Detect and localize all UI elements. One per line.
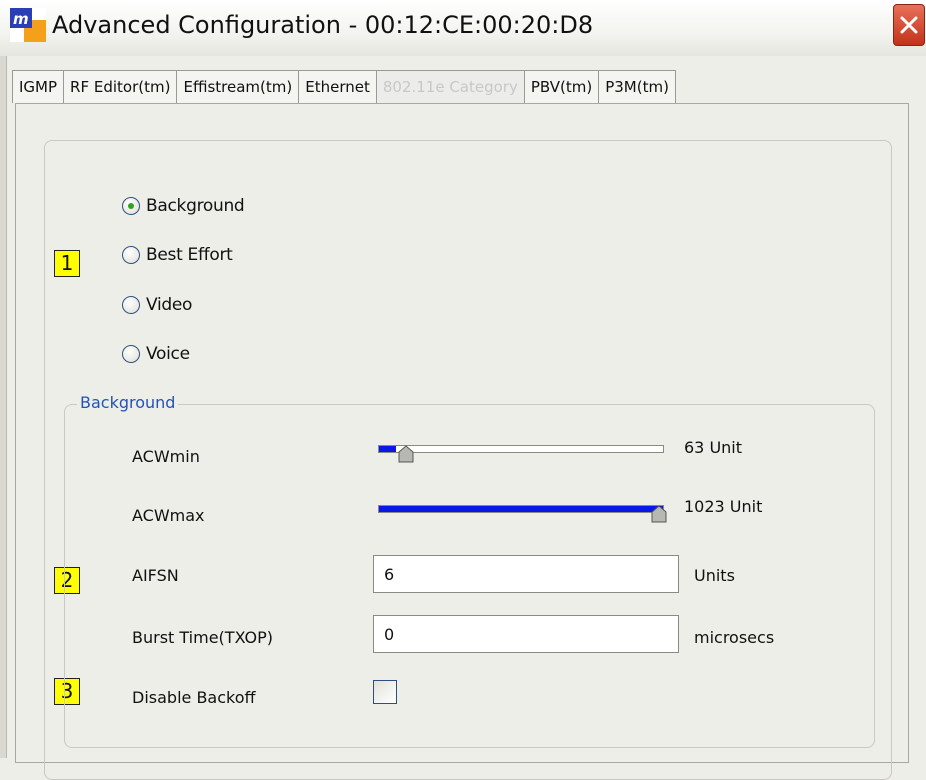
tab-802-11e-category[interactable]: 802.11e Category — [375, 70, 525, 103]
tab-pbv[interactable]: PBV(tm) — [523, 70, 600, 103]
aifsn-unit: Units — [694, 566, 735, 585]
acwmin-slider[interactable] — [378, 445, 664, 463]
svg-text:m: m — [13, 10, 29, 28]
acwmax-label: ACWmax — [132, 506, 205, 525]
window-frame — [0, 56, 7, 758]
aifsn-label: AIFSN — [132, 566, 179, 585]
tab-p3m[interactable]: P3M(tm) — [598, 70, 676, 103]
radio-button-icon[interactable] — [122, 246, 140, 264]
radio-label-background: Background — [146, 196, 245, 216]
radio-background[interactable]: Background — [122, 193, 245, 219]
radio-video[interactable]: Video — [122, 292, 192, 318]
radio-label-video: Video — [146, 295, 193, 315]
radio-button-icon[interactable] — [122, 345, 140, 363]
tab-effistream[interactable]: Effistream(tm) — [176, 70, 300, 103]
close-x-icon — [900, 16, 918, 34]
radio-label-best-effort: Best Effort — [146, 245, 233, 265]
app-m-logo-icon: m — [10, 8, 46, 42]
radio-button-icon[interactable] — [122, 197, 140, 215]
callout-1: 1 — [54, 250, 80, 277]
window-title: Advanced Configuration - 00:12:CE:00:20:… — [52, 11, 594, 39]
acwmax-value: 1023 Unit — [684, 497, 763, 516]
slider-thumb-icon[interactable] — [651, 505, 667, 523]
tab-ethernet[interactable]: Ethernet — [298, 70, 377, 103]
disable-backoff-checkbox[interactable] — [373, 680, 397, 704]
disable-backoff-label: Disable Backoff — [132, 688, 256, 707]
slider-thumb-icon[interactable] — [398, 445, 414, 463]
acwmin-label: ACWmin — [132, 447, 200, 466]
group-title: Background — [77, 392, 179, 414]
acwmin-value: 63 Unit — [684, 438, 743, 457]
radio-voice[interactable]: Voice — [122, 341, 190, 367]
title-bar: m Advanced Configuration - 00:12:CE:00:2… — [0, 0, 926, 56]
burst-time-unit: microsecs — [694, 628, 775, 647]
aifsn-input[interactable] — [373, 555, 679, 593]
tab-rf-editor[interactable]: RF Editor(tm) — [63, 70, 178, 103]
radio-label-voice: Voice — [146, 344, 190, 364]
tab-bar: IGMP RF Editor(tm) Effistream(tm) Ethern… — [12, 70, 752, 103]
radio-button-icon[interactable] — [122, 296, 140, 314]
slider-fill — [379, 506, 663, 512]
close-button[interactable] — [893, 4, 925, 46]
tab-bar-filler — [674, 70, 752, 103]
slider-fill — [379, 446, 396, 452]
tab-igmp[interactable]: IGMP — [12, 70, 65, 103]
burst-time-label: Burst Time(TXOP) — [132, 628, 273, 647]
acwmax-slider[interactable] — [378, 505, 667, 523]
radio-best-effort[interactable]: Best Effort — [122, 242, 233, 268]
burst-time-input[interactable] — [373, 615, 679, 653]
